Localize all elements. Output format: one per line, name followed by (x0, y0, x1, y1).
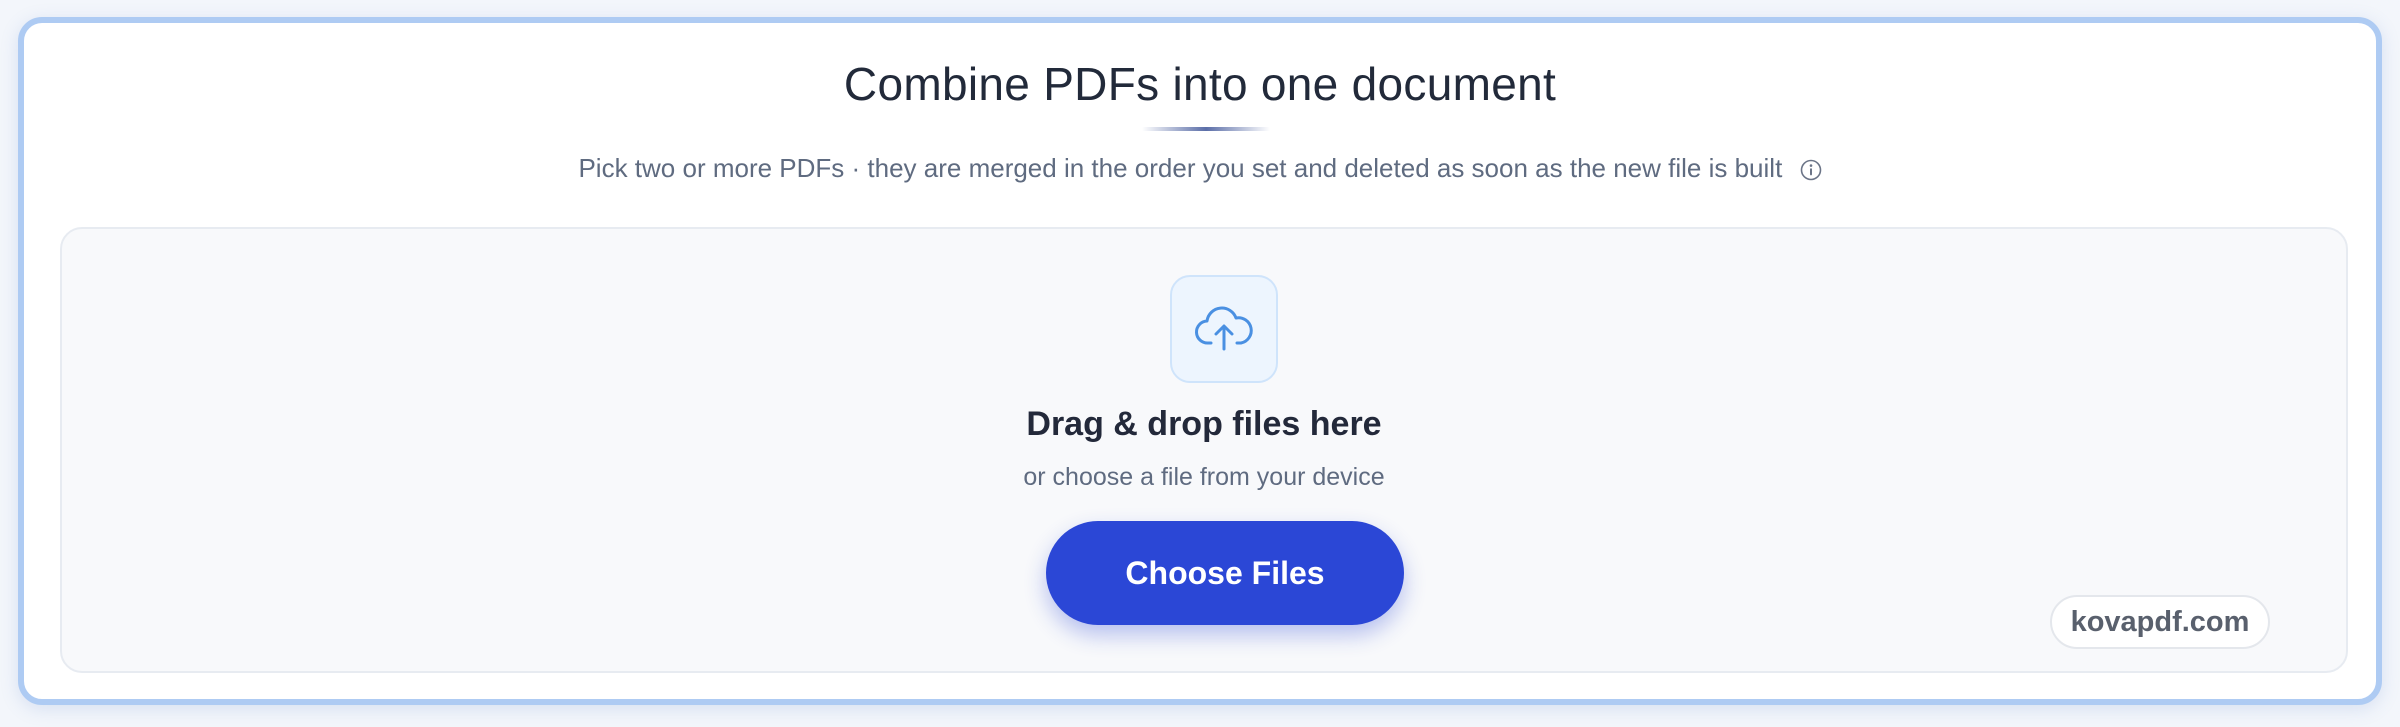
page: Combine PDFs into one document Pick two … (0, 0, 2400, 727)
cloud-upload-icon (1195, 306, 1253, 351)
choose-files-button[interactable]: Choose Files (1046, 521, 1404, 625)
page-subtitle: Pick two or more PDFs · they are merged … (24, 153, 2376, 184)
card-top-glow (924, 17, 1624, 23)
merge-card: Combine PDFs into one document Pick two … (18, 17, 2382, 705)
dropzone-heading: Drag & drop files here (1026, 405, 1382, 443)
info-circle-icon[interactable] (1800, 157, 1822, 181)
dropzone-subtext: or choose a file from your device (1023, 463, 1385, 491)
title-underline (1142, 127, 1270, 131)
file-dropzone[interactable]: Drag & drop files here or choose a file … (60, 227, 2348, 673)
subtitle-text: Pick two or more PDFs · they are merged … (578, 153, 1783, 183)
brand-badge: kovapdf.com (2050, 595, 2270, 649)
page-title: Combine PDFs into one document (843, 58, 1557, 110)
upload-tile (1170, 275, 1278, 383)
